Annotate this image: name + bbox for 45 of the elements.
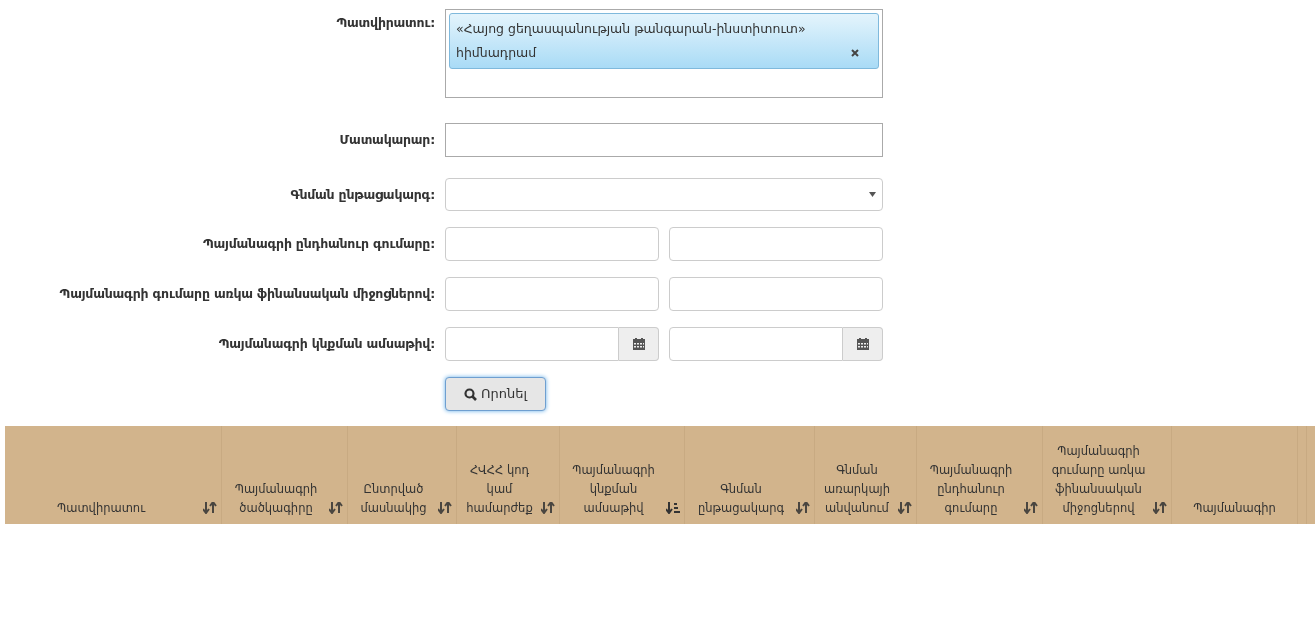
header-label: ՀՎՀՀ կոդ կամ համարժեք [465, 462, 534, 517]
input-field[interactable] [669, 227, 883, 261]
input-field[interactable] [445, 227, 659, 261]
column-header[interactable]: Պայմանագրի գումարը առկա ֆինանսական միջոցներով [1043, 426, 1172, 524]
date-input-field[interactable] [669, 327, 843, 361]
multi-select-field[interactable]: «Հայոց ցեղասպանության թանգարան-ինստիտուտ» հիմնադրամ [445, 9, 883, 98]
field-label: Պայմանագրի ընդհանուր գումարը: [201, 235, 436, 253]
column-header[interactable]: Ընտրված մասնակից [348, 426, 457, 524]
input-field[interactable] [445, 123, 883, 157]
header-label: Պայմանագրի կնքման ամսաթիվ [571, 462, 656, 517]
column-header[interactable]: Պայմանագրի ծածկագիրը [222, 426, 348, 524]
column-header[interactable]: Պայմանագրի ընդհանուր գումարը [917, 426, 1043, 524]
field-label: Պատվիրատու: [335, 14, 436, 32]
header-label: Պայմանագրի ծածկագիրը [233, 481, 319, 517]
date-input-field[interactable] [445, 327, 619, 361]
field-label: Գնման ընթացակարգ: [289, 186, 436, 204]
field-label: Պայմանագրի կնքման ամսաթիվ: [217, 335, 436, 353]
header-label: Պատվիրատու [57, 500, 146, 517]
dropdown-field[interactable] [445, 178, 883, 211]
calendar-icon [856, 338, 869, 350]
selected-tag[interactable]: «Հայոց ցեղասպանության թանգարան-ինստիտուտ» հիմնադրամ [449, 13, 879, 69]
caret-icon [869, 192, 876, 197]
field-label: Պայմանագրի գումարը առկա ֆինանսական միջոցներով: [58, 285, 436, 303]
search-button[interactable]: Որոնել [445, 377, 546, 411]
calendar-button[interactable] [619, 327, 659, 361]
column-header[interactable]: Գնման առարկայի անվանում [815, 426, 917, 524]
header-label: Գնման առարկայի անվանում [822, 462, 892, 517]
column-header[interactable]: Պայմանագրի կնքման ամսաթիվ [560, 426, 685, 524]
search-icon [464, 387, 477, 401]
remove-icon [851, 49, 859, 57]
calendar-icon [632, 338, 645, 350]
input-field[interactable] [669, 277, 883, 311]
column-header[interactable]: ՀՎՀՀ կոդ կամ համարժեք [457, 426, 560, 524]
column-header[interactable]: Պայմանագիր [1172, 426, 1298, 524]
header-label: Պայմանագիր [1193, 500, 1276, 517]
header-label: Ընտրված մասնակից [359, 481, 428, 517]
column-header[interactable]: Գնման ընթացակարգ [685, 426, 815, 524]
header-label: Գնման ընթացակարգ [696, 481, 786, 517]
column-header[interactable]: Պատվիրատու [5, 426, 222, 524]
header-label: Պայմանագրի ընդհանուր գումարը [928, 462, 1014, 517]
input-field[interactable] [445, 277, 659, 311]
field-label: Մատակարար: [338, 131, 436, 149]
calendar-button[interactable] [843, 327, 883, 361]
tag-label: «Հայոց ցեղասպանության թանգարան-ինստիտուտ» հիմնադրամ [456, 20, 807, 62]
header-label: Պայմանագրի գումարը առկա ֆինանսական միջոցներով [1050, 443, 1147, 517]
